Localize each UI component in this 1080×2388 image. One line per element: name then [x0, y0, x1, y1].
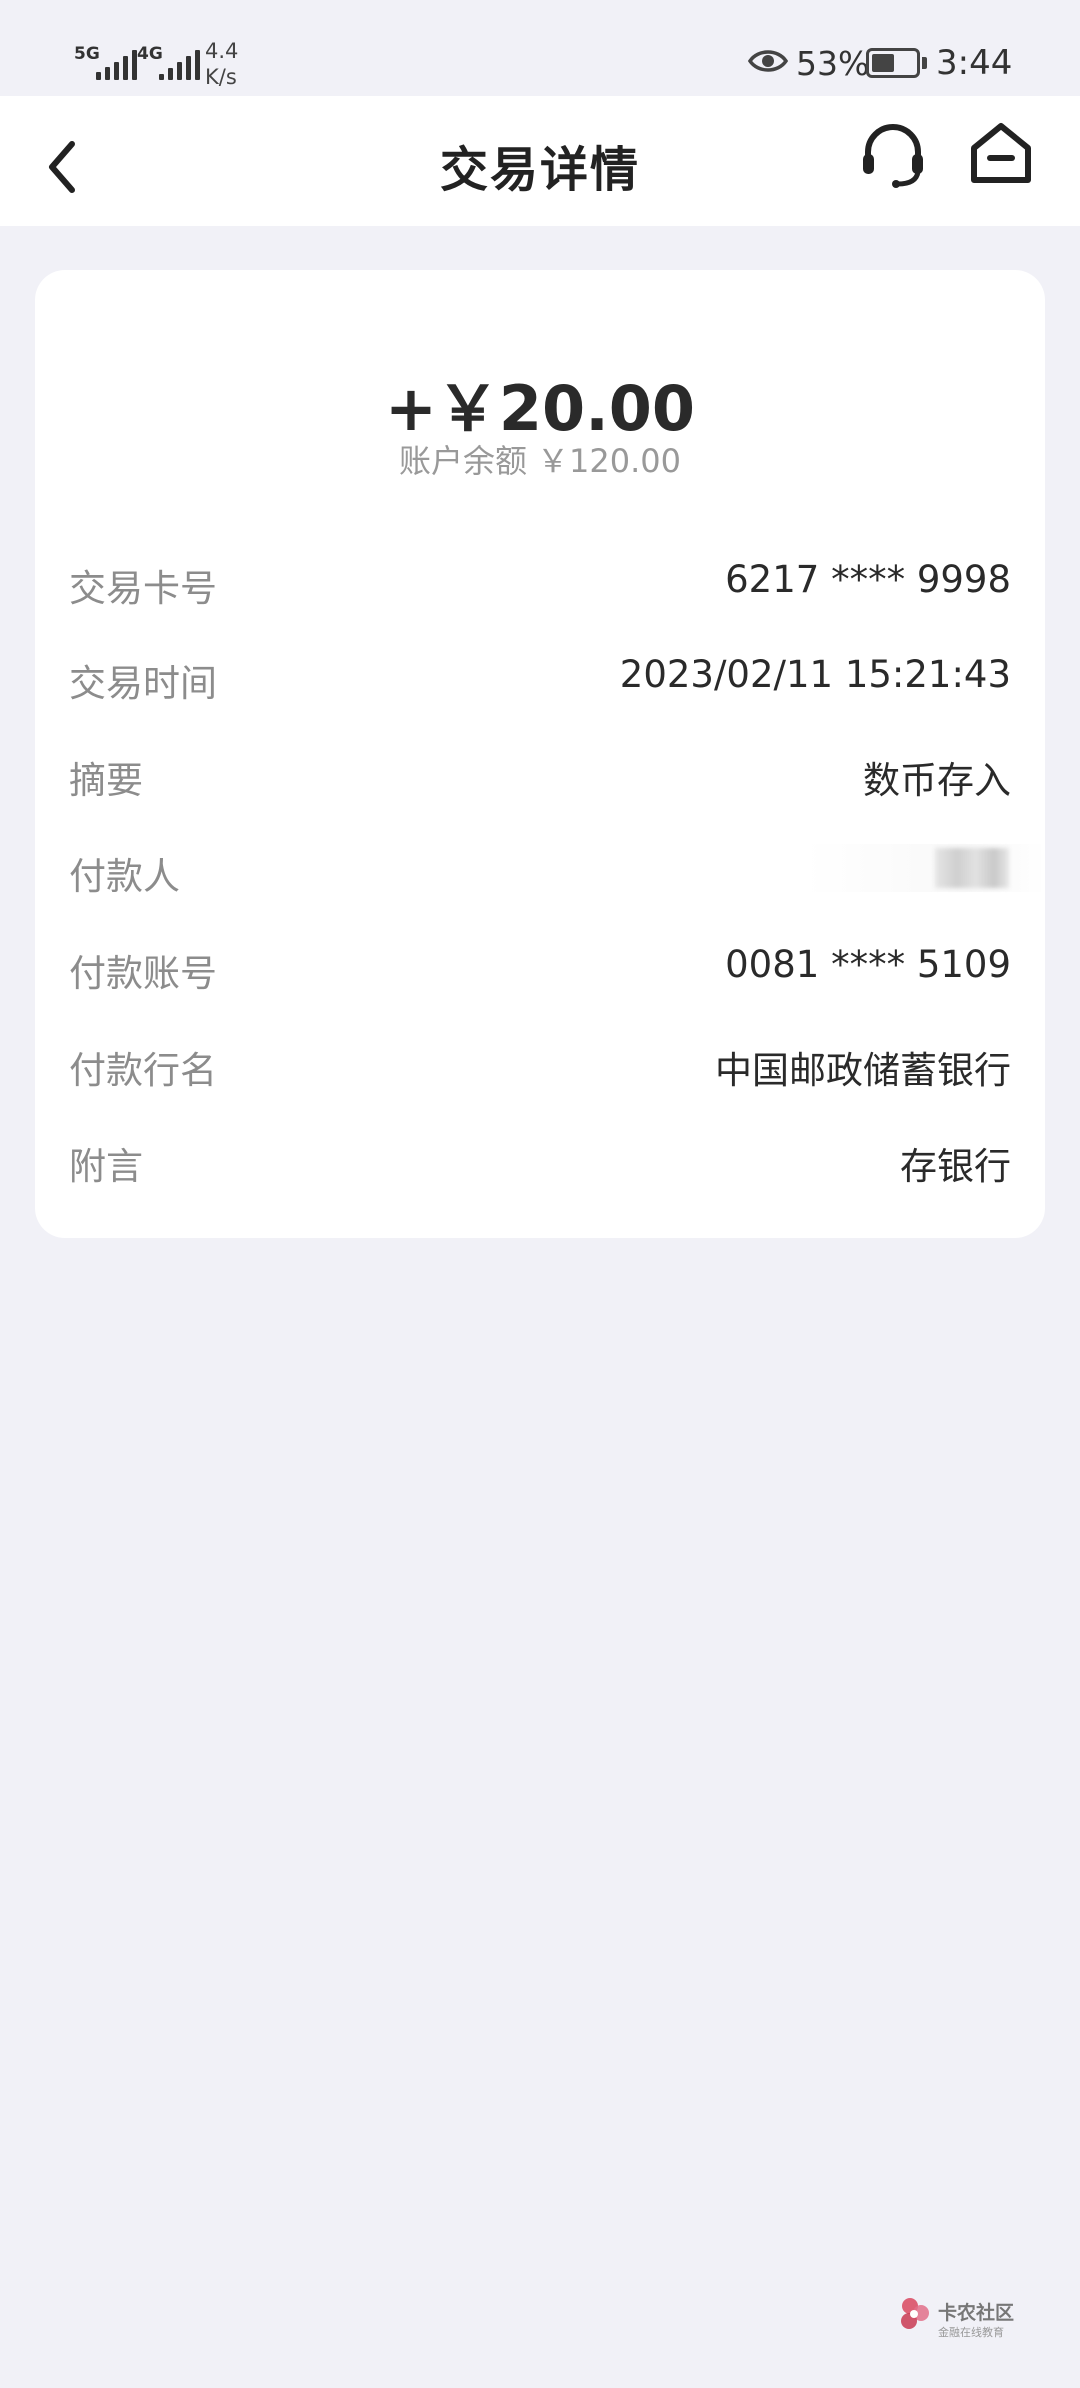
battery-icon	[866, 48, 920, 78]
status-time: 3:44	[936, 43, 1013, 83]
payer-name-redacted	[935, 848, 1009, 888]
detail-label: 付款账号	[69, 952, 217, 995]
detail-row-summary: 摘要 数币存入	[35, 742, 1045, 802]
transaction-amount: +￥20.00	[384, 372, 696, 445]
nav-bar: 交易详情	[0, 96, 1080, 226]
detail-value: 存银行	[900, 1145, 1011, 1188]
detail-label: 附言	[69, 1145, 143, 1188]
balance-value: ￥120.00	[537, 442, 681, 480]
account-balance: 账户余额 ￥120.00	[35, 436, 1045, 482]
battery-level-fill	[872, 54, 894, 72]
network-speed-unit: K/s	[205, 65, 237, 89]
detail-row-payer-account: 付款账号 0081 **** 5109	[35, 935, 1045, 995]
battery-terminal	[922, 57, 927, 69]
community-watermark: 卡农社区 金融在线教育	[898, 2296, 1014, 2339]
detail-row-transaction-time: 交易时间 2023/02/11 15:21:43	[35, 645, 1045, 705]
kanong-logo-icon	[901, 2298, 929, 2329]
battery-percent: 53%	[796, 44, 870, 83]
transaction-detail-card: +￥20.00 账户余额 ￥120.00 交易卡号 6217 **** 9998 …	[35, 270, 1045, 1238]
detail-value: 0081 **** 5109	[725, 943, 1011, 986]
balance-label: 账户余额	[399, 442, 528, 480]
detail-label: 付款人	[69, 855, 180, 898]
watermark-tagline: 金融在线教育	[938, 2326, 1004, 2339]
redaction-halo	[805, 844, 1045, 892]
customer-service-headset-icon[interactable]	[858, 120, 928, 190]
detail-row-card-number: 交易卡号 6217 **** 9998	[35, 550, 1045, 610]
detail-value: 2023/02/11 15:21:43	[619, 653, 1011, 696]
detail-label: 交易时间	[69, 662, 217, 705]
detail-value: 6217 **** 9998	[725, 558, 1011, 601]
detail-row-payer-bank: 付款行名 中国邮政储蓄银行	[35, 1032, 1045, 1092]
network-speed-value: 4.4	[205, 39, 239, 63]
detail-label: 付款行名	[69, 1049, 217, 1092]
detail-row-payer: 付款人	[35, 838, 1045, 898]
detail-label: 交易卡号	[69, 567, 217, 610]
detail-row-remark: 附言 存银行	[35, 1128, 1045, 1188]
detail-label: 摘要	[69, 759, 143, 802]
detail-value: 数币存入	[863, 759, 1011, 802]
eye-comfort-icon	[748, 50, 788, 72]
network-speed: 4.4 K/s	[205, 38, 238, 90]
detail-value: 中国邮政储蓄银行	[715, 1049, 1011, 1092]
home-icon[interactable]	[966, 118, 1036, 188]
watermark-name: 卡农社区	[938, 2302, 1015, 2324]
